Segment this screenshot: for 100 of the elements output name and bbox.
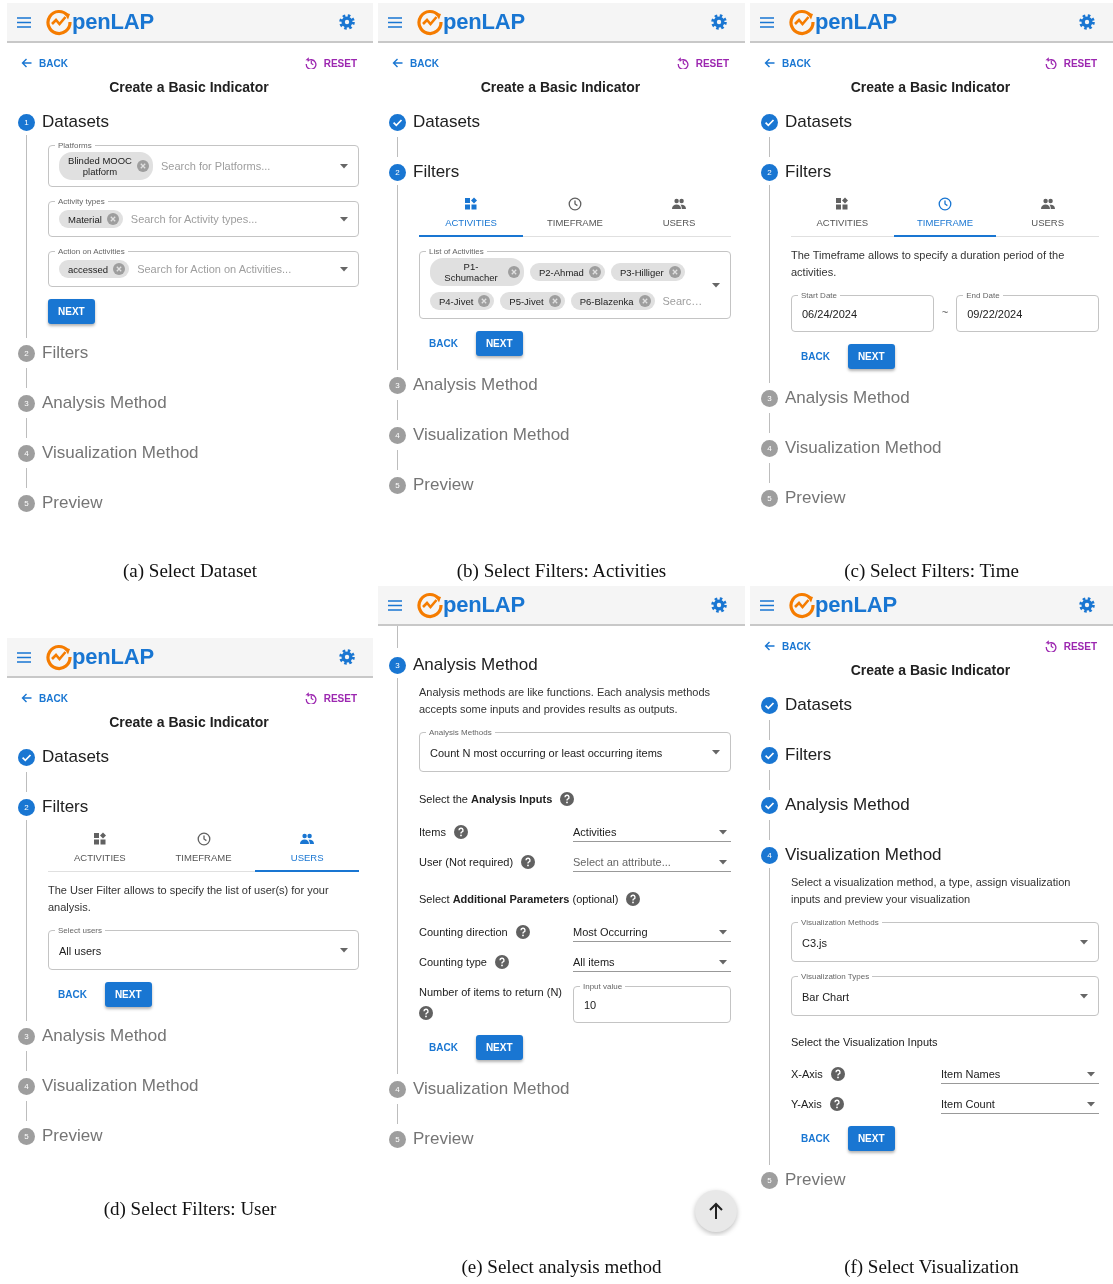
step-title[interactable]: Datasets — [42, 747, 110, 767]
settings-icon[interactable] — [339, 14, 355, 30]
back-link[interactable]: BACK — [21, 57, 68, 69]
select-field[interactable]: Item Count — [941, 1094, 1099, 1114]
autocomplete-field[interactable]: Activity types Material Search for Activity types... — [48, 197, 359, 237]
chip[interactable]: P1-Schumacher — [430, 258, 524, 286]
step-title[interactable]: Datasets — [413, 112, 481, 132]
back-button[interactable]: BACK — [419, 331, 468, 356]
select-field[interactable]: All items — [573, 952, 731, 972]
menu-icon[interactable] — [388, 599, 402, 611]
select-field[interactable]: Most Occurring — [573, 922, 731, 942]
chip[interactable]: P2-Ahmad — [530, 263, 605, 281]
back-link[interactable]: BACK — [764, 640, 811, 652]
chip[interactable]: P6-Blazenka — [570, 292, 655, 310]
next-button[interactable]: NEXT — [475, 331, 523, 356]
next-button[interactable]: NEXT — [847, 344, 895, 369]
date-field[interactable]: Start Date 06/24/2024 — [791, 291, 934, 332]
step-title[interactable]: Filters — [413, 162, 460, 182]
select-field[interactable]: Select users All users — [48, 926, 359, 970]
step-title[interactable]: Visualization Method — [785, 438, 942, 458]
scroll-top-button[interactable] — [695, 1190, 737, 1232]
back-button[interactable]: BACK — [48, 982, 97, 1007]
chip[interactable]: Blinded MOOC platform — [59, 152, 153, 180]
tab[interactable]: USERS — [996, 193, 1099, 236]
menu-icon[interactable] — [760, 599, 774, 611]
tab[interactable]: ACTIVITIES — [419, 193, 523, 237]
autocomplete-field[interactable]: List of Activities P1-Schumacher P2-Ahmad P3-Hilliger P4-Jivet P5-Jivet P6-Blazenka Searc… — [419, 247, 731, 319]
step-title[interactable]: Analysis Method — [42, 1026, 167, 1046]
back-button[interactable]: BACK — [419, 1035, 468, 1060]
step-title[interactable]: Filters — [42, 797, 89, 817]
back-button[interactable]: BACK — [791, 344, 840, 369]
next-button[interactable]: NEXT — [48, 299, 95, 324]
select-field[interactable]: Visualization Methods C3.js — [791, 918, 1099, 962]
chip[interactable]: P4-Jivet — [430, 292, 495, 310]
field-label: Visualization Types — [800, 972, 871, 981]
tab[interactable]: ACTIVITIES — [791, 193, 894, 236]
reset-link[interactable]: RESET — [1044, 57, 1097, 69]
tab[interactable]: TIMEFRAME — [151, 828, 256, 871]
step-title[interactable]: Filters — [785, 745, 832, 765]
settings-icon[interactable] — [339, 649, 355, 665]
step-title[interactable]: Analysis Method — [785, 388, 910, 408]
tab[interactable]: ACTIVITIES — [48, 828, 152, 871]
select-field[interactable]: Item Names — [941, 1064, 1099, 1084]
back-button[interactable]: BACK — [791, 1126, 840, 1151]
step-number: 3 — [18, 1027, 35, 1045]
step-title[interactable]: Visualization Method — [413, 425, 570, 445]
step-title[interactable]: Preview — [413, 475, 474, 495]
reset-link[interactable]: RESET — [304, 692, 357, 704]
menu-icon[interactable] — [388, 16, 402, 28]
tab[interactable]: USERS — [255, 828, 359, 872]
autocomplete-field[interactable]: Action on Activities accessed Search for Action on Activities... — [48, 247, 359, 287]
step-title[interactable]: Visualization Method — [785, 845, 942, 865]
select-field[interactable]: Select an attribute... — [573, 852, 731, 872]
chip[interactable]: P3-Hilliger — [610, 263, 685, 281]
settings-icon[interactable] — [1079, 597, 1095, 613]
back-link[interactable]: BACK — [21, 692, 68, 704]
step-number: 3 — [18, 394, 35, 412]
next-button[interactable]: NEXT — [847, 1126, 895, 1151]
step-title[interactable]: Analysis Method — [42, 393, 167, 413]
step-title[interactable]: Visualization Method — [42, 443, 199, 463]
select-field[interactable]: Analysis Methods Count N most occurring or least occurring items — [419, 728, 731, 772]
chip[interactable]: accessed — [59, 260, 130, 278]
select-field[interactable]: Activities — [573, 822, 731, 842]
step-title[interactable]: Preview — [42, 493, 103, 513]
step-title[interactable]: Analysis Method — [785, 795, 910, 815]
step-title[interactable]: Preview — [42, 1126, 103, 1146]
step-title[interactable]: Visualization Method — [413, 1079, 570, 1099]
step-title[interactable]: Analysis Method — [413, 655, 538, 675]
reset-link[interactable]: RESET — [1044, 640, 1097, 652]
settings-icon[interactable] — [711, 14, 727, 30]
tab[interactable]: USERS — [627, 193, 731, 236]
step-title[interactable]: Preview — [785, 488, 846, 508]
settings-icon[interactable] — [711, 597, 727, 613]
next-button[interactable]: NEXT — [104, 982, 152, 1007]
reset-link[interactable]: RESET — [304, 57, 357, 69]
back-link[interactable]: BACK — [764, 57, 811, 69]
back-link[interactable]: BACK — [392, 57, 439, 69]
step-title[interactable]: Datasets — [785, 112, 853, 132]
menu-icon[interactable] — [17, 16, 31, 28]
step-title[interactable]: Analysis Method — [413, 375, 538, 395]
step-title[interactable]: Filters — [42, 343, 89, 363]
step-title[interactable]: Filters — [785, 162, 832, 182]
input-field[interactable]: Input value 10 — [573, 982, 731, 1023]
autocomplete-field[interactable]: Platforms Blinded MOOC platform Search for Platforms... — [48, 141, 359, 187]
chip[interactable]: Material — [59, 210, 123, 228]
step-title[interactable]: Preview — [785, 1170, 846, 1190]
select-field[interactable]: Visualization Types Bar Chart — [791, 972, 1099, 1016]
step-title[interactable]: Visualization Method — [42, 1076, 199, 1096]
next-button[interactable]: NEXT — [475, 1035, 523, 1060]
menu-icon[interactable] — [760, 16, 774, 28]
date-field[interactable]: End Date 09/22/2024 — [956, 291, 1099, 332]
step-title[interactable]: Datasets — [785, 695, 853, 715]
step-title[interactable]: Preview — [413, 1129, 474, 1149]
menu-icon[interactable] — [17, 651, 31, 663]
tab[interactable]: TIMEFRAME — [523, 193, 627, 236]
settings-icon[interactable] — [1079, 14, 1095, 30]
tab[interactable]: TIMEFRAME — [893, 193, 997, 237]
chip[interactable]: P5-Jivet — [500, 292, 565, 310]
reset-link[interactable]: RESET — [676, 57, 729, 69]
step-title[interactable]: Datasets — [42, 112, 110, 132]
